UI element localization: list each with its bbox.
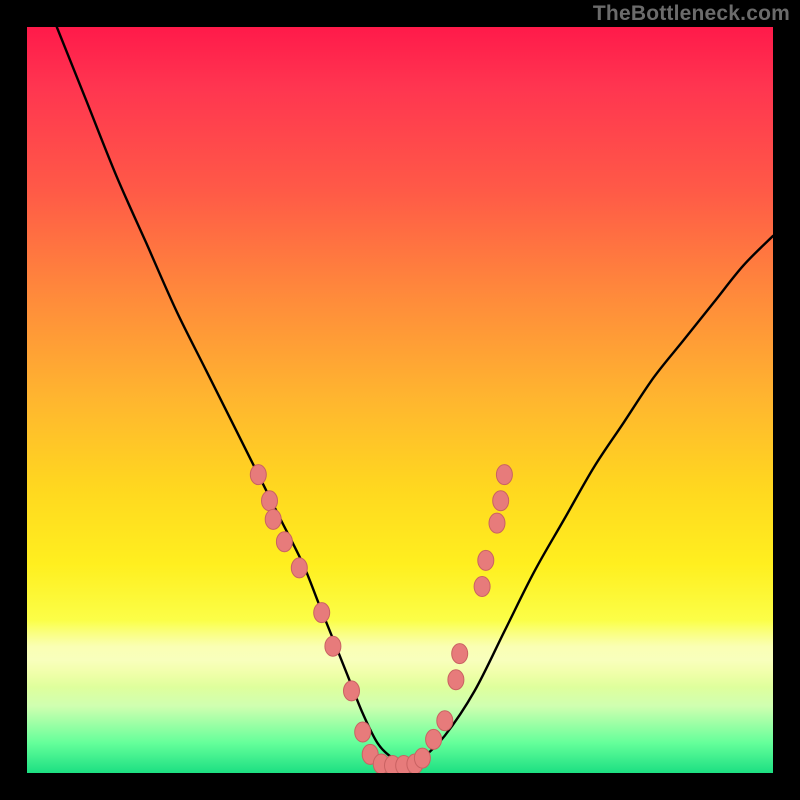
data-marker (448, 670, 464, 690)
data-marker (344, 681, 360, 701)
bottleneck-curve (57, 27, 773, 766)
data-marker (452, 644, 468, 664)
data-marker (437, 711, 453, 731)
data-marker (325, 636, 341, 656)
data-marker (262, 491, 278, 511)
data-marker (496, 465, 512, 485)
plot-area (27, 27, 773, 773)
data-marker (493, 491, 509, 511)
data-marker (478, 550, 494, 570)
data-marker (474, 577, 490, 597)
data-marker (355, 722, 371, 742)
data-marker (276, 532, 292, 552)
data-marker (250, 465, 266, 485)
data-marker (489, 513, 505, 533)
data-markers (250, 465, 512, 773)
data-marker (291, 558, 307, 578)
data-marker (265, 509, 281, 529)
watermark-label: TheBottleneck.com (593, 2, 790, 26)
chart-frame: TheBottleneck.com (0, 0, 800, 800)
data-marker (426, 729, 442, 749)
data-marker (414, 748, 430, 768)
data-marker (314, 603, 330, 623)
chart-svg-layer (27, 27, 773, 773)
